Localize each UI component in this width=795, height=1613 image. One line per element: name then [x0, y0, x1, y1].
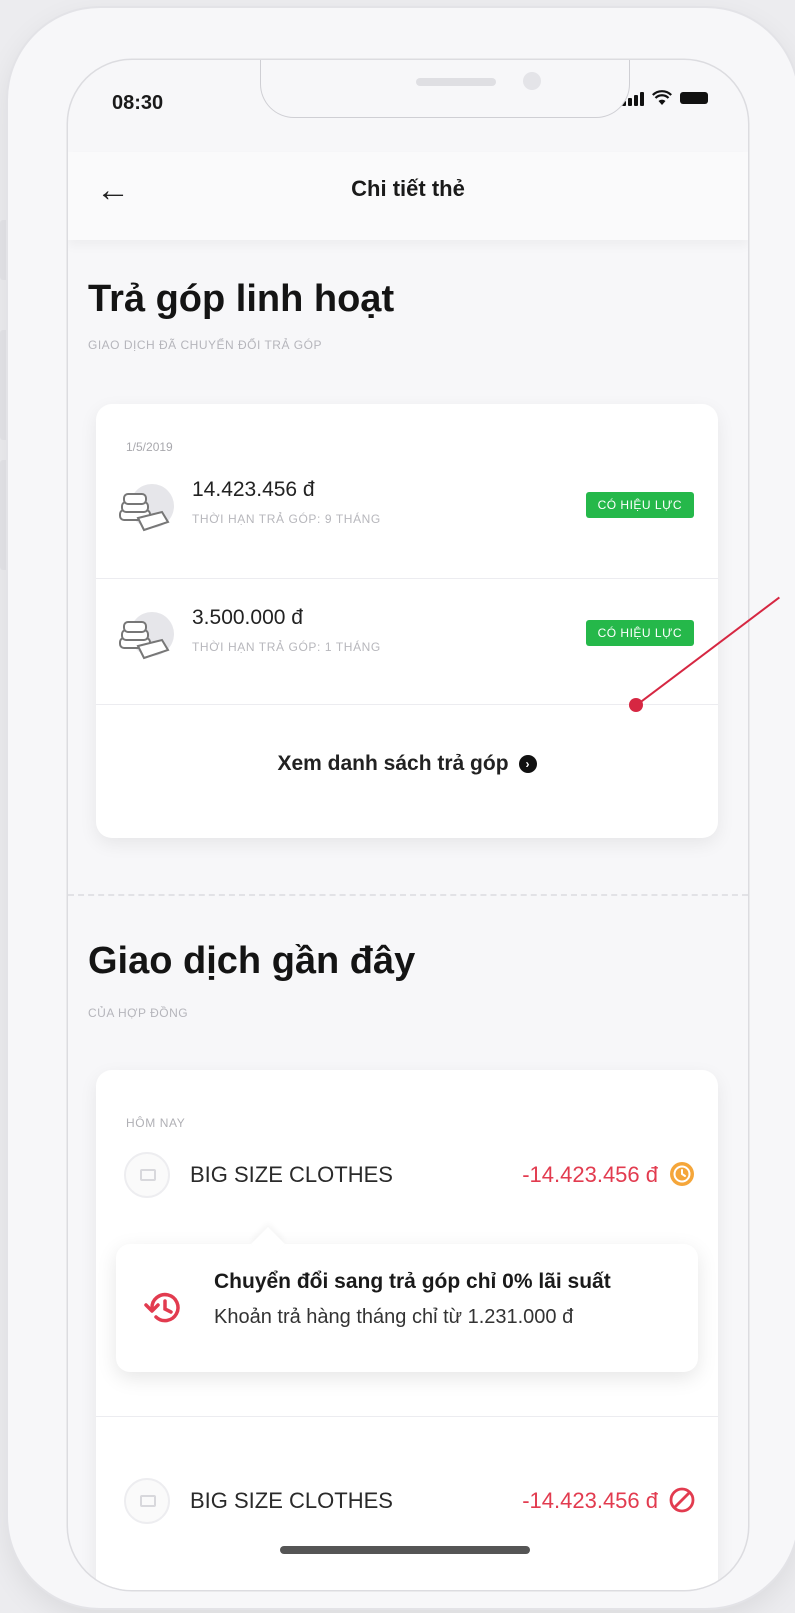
money-stack-icon	[119, 612, 174, 660]
phone-frame: 08:30 ← Chi tiết thẻ Trả góp linh hoạt G…	[8, 8, 795, 1608]
section-divider	[68, 894, 748, 896]
installment-term: THỜI HẠN TRẢ GÓP: 1 THÁNG	[192, 640, 381, 654]
divider	[96, 1416, 718, 1417]
history-icon	[144, 1292, 180, 1323]
recent-title: Giao dịch gần đây	[88, 940, 416, 982]
view-installments-link[interactable]: Xem danh sách trả góp ›	[96, 752, 718, 776]
store-icon	[124, 1152, 170, 1198]
transaction-amount: -14.423.456 đ	[522, 1162, 658, 1187]
installment-item[interactable]: 3.500.000 đ THỜI HẠN TRẢ GÓP: 1 THÁNG CÓ…	[96, 590, 718, 700]
recent-subtitle: CỦA HỢP ĐỒNG	[88, 1006, 189, 1020]
camera	[523, 72, 541, 90]
transaction-amount: -14.423.456 đ	[522, 1488, 658, 1513]
installment-term: THỜI HẠN TRẢ GÓP: 9 THÁNG	[192, 512, 381, 526]
installment-amount: 3.500.000 đ	[192, 606, 303, 629]
battery-icon	[680, 92, 708, 104]
tooltip-body: Khoản trả hàng tháng chỉ từ 1.231.000 đ	[214, 1306, 574, 1328]
view-installments-label: Xem danh sách trả góp	[277, 752, 509, 775]
status-badge: CÓ HIỆU LỰC	[585, 492, 694, 518]
wifi-icon	[652, 90, 672, 105]
tooltip-arrow	[251, 1227, 285, 1261]
transaction-row[interactable]: BIG SIZE CLOTHES -14.423.456 đ	[96, 1472, 718, 1532]
blocked-icon	[669, 1487, 695, 1513]
installments-title: Trả góp linh hoạt	[88, 278, 395, 320]
money-stack-icon	[119, 484, 174, 532]
divider	[96, 704, 718, 705]
group-label: HÔM NAY	[126, 1116, 186, 1130]
transaction-row[interactable]: BIG SIZE CLOTHES -14.423.456 đ	[96, 1146, 718, 1206]
status-badge: CÓ HIỆU LỰC	[585, 620, 694, 646]
installments-card: 1/5/2019 14.423.456 đ THỜI HẠN TRẢ GÓP: …	[96, 404, 718, 838]
transaction-merchant: BIG SIZE CLOTHES	[190, 1488, 393, 1513]
home-indicator	[280, 1546, 530, 1554]
chevron-right-circle-icon: ›	[518, 755, 537, 773]
speaker	[416, 78, 496, 86]
store-icon	[124, 1478, 170, 1524]
installment-date: 1/5/2019	[126, 440, 173, 454]
status-icons	[622, 90, 708, 106]
divider	[96, 578, 718, 579]
pending-clock-icon	[670, 1162, 694, 1186]
page-title: Chi tiết thẻ	[351, 176, 465, 201]
mockup-stage: 08:30 ← Chi tiết thẻ Trả góp linh hoạt G…	[0, 0, 795, 1613]
phone-screen: 08:30 ← Chi tiết thẻ Trả góp linh hoạt G…	[68, 60, 748, 1590]
installment-item[interactable]: 14.423.456 đ THỜI HẠN TRẢ GÓP: 9 THÁNG C…	[96, 462, 718, 572]
top-app-bar: ← Chi tiết thẻ	[68, 152, 748, 240]
tooltip-title: Chuyển đổi sang trả góp chỉ 0% lãi suất	[214, 1270, 611, 1293]
transaction-merchant: BIG SIZE CLOTHES	[190, 1162, 393, 1187]
transactions-card: HÔM NAY BIG SIZE CLOTHES -14.423.456 đ C…	[96, 1070, 718, 1590]
status-time: 08:30	[112, 92, 164, 114]
installment-amount: 14.423.456 đ	[192, 478, 315, 501]
installments-subtitle: GIAO DỊCH ĐÃ CHUYỂN ĐỔI TRẢ GÓP	[88, 338, 322, 352]
callout-dot	[629, 698, 643, 712]
installment-offer-tooltip[interactable]: Chuyển đổi sang trả góp chỉ 0% lãi suất …	[116, 1227, 698, 1372]
notch	[260, 60, 630, 118]
